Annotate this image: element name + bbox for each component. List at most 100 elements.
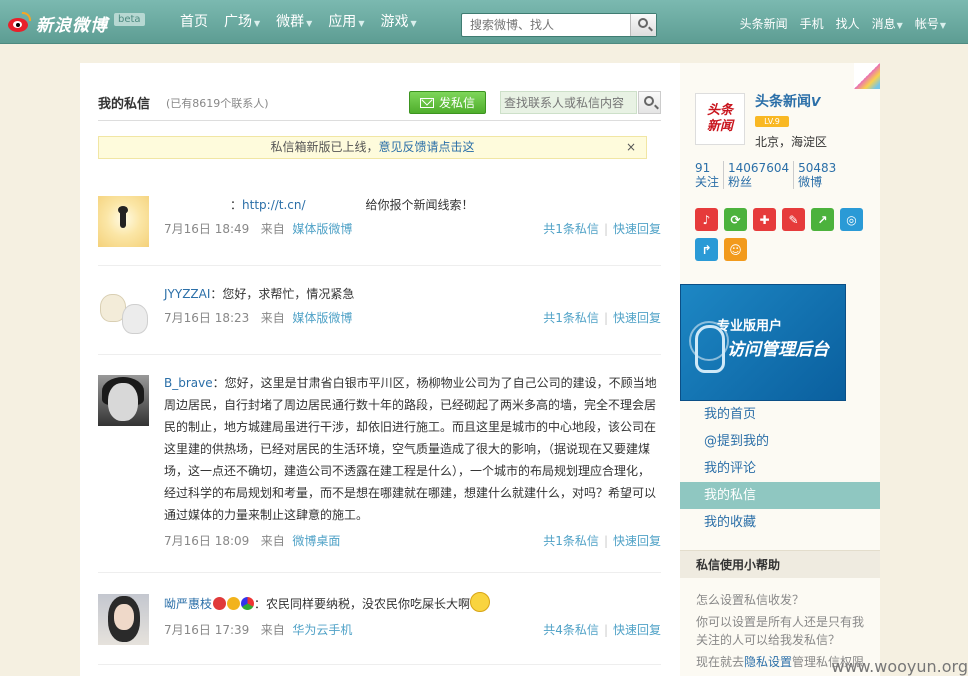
sidebar-item-private-messages[interactable]: 我的私信: [680, 482, 880, 509]
nav-apps[interactable]: 应用 ▼: [320, 0, 372, 44]
app-icons: ♪ ⟳ ✚ ✎ ↗ ◎ ↱ ☺: [695, 208, 875, 268]
message-meta: 7月16日 18:49 来自 媒体版微博: [164, 222, 353, 236]
quick-reply-link[interactable]: 快速回复: [613, 534, 661, 548]
chart-icon[interactable]: ↗: [811, 208, 834, 231]
smile-icon[interactable]: ☺: [724, 238, 747, 261]
stat-followers[interactable]: 14067604 粉丝: [728, 161, 795, 189]
sidebar-item-my-home[interactable]: 我的首页: [680, 401, 880, 428]
sidebar-item-comments[interactable]: 我的评论: [680, 455, 880, 482]
chevron-down-icon: ▼: [410, 19, 417, 28]
message-count-link[interactable]: 共1条私信: [543, 311, 599, 325]
help-answer: 你可以设置是所有人还是只有我关注的人可以给我发私信？: [696, 615, 865, 647]
sidebar-item-mentions[interactable]: @提到我的: [680, 428, 880, 455]
stat-following[interactable]: 91 关注: [695, 161, 725, 189]
verified-icon: V: [811, 95, 821, 109]
send-message-button[interactable]: 发私信: [409, 91, 486, 114]
sidebar-menu: 我的首页 @提到我的 我的评论 我的私信 我的收藏: [680, 401, 880, 536]
source-link[interactable]: 媒体版微博: [292, 311, 352, 325]
sender-name[interactable]: B_brave: [164, 376, 213, 390]
link-mobile[interactable]: 手机: [794, 0, 830, 44]
chevron-down-icon: ▼: [896, 21, 903, 30]
avatar[interactable]: [98, 196, 149, 247]
crown-badge-icon: [227, 597, 241, 610]
privacy-settings-link[interactable]: 隐私设置: [744, 655, 792, 669]
avatar[interactable]: [98, 594, 149, 645]
message-meta: 7月16日 17:39 来自 华为云手机: [164, 623, 353, 637]
help-section-title: 私信使用小帮助: [680, 550, 880, 578]
profile-avatar[interactable]: 头条 新闻: [695, 93, 745, 145]
pro-admin-banner[interactable]: 专业版用户 访问管理后台: [680, 284, 846, 401]
quick-reply-link[interactable]: 快速回复: [613, 311, 661, 325]
source-link[interactable]: 媒体版微博: [292, 222, 352, 236]
avatar[interactable]: [98, 375, 149, 426]
message-count-link[interactable]: 共1条私信: [543, 222, 599, 236]
message-divider: [98, 265, 661, 266]
global-search-input[interactable]: [462, 14, 632, 36]
quick-reply-link[interactable]: 快速回复: [613, 222, 661, 236]
private-messages-panel: 我的私信 (已有8619个联系人) 发私信 私信箱新版已上线，意见反馈请点击这 …: [80, 63, 680, 676]
link-messages[interactable]: 消息▼: [866, 0, 909, 44]
share-icon[interactable]: ↱: [695, 238, 718, 261]
header-divider: [98, 120, 661, 121]
notice-banner: 私信箱新版已上线，意见反馈请点击这 ×: [98, 136, 647, 159]
top-right-links: 头条新闻 手机 找人 消息▼ 帐号▼: [734, 0, 952, 44]
profile-name[interactable]: 头条新闻V: [755, 91, 820, 111]
sender-name[interactable]: 呦严惠枝: [164, 597, 212, 611]
colorful-badge-icon: [241, 597, 255, 610]
nav-games[interactable]: 游戏 ▼: [372, 0, 424, 44]
short-link[interactable]: http://t.cn/: [242, 198, 306, 212]
stat-posts[interactable]: 50483 微博: [798, 161, 840, 189]
message-divider: [98, 354, 661, 355]
chevron-down-icon: ▼: [254, 19, 261, 28]
quick-reply-link[interactable]: 快速回复: [613, 623, 661, 637]
message-count-link[interactable]: 共4条私信: [543, 623, 599, 637]
message-actions: 共1条私信 | 快速回复: [543, 222, 661, 236]
message-item[interactable]: JYYZZAI：您好，求帮忙，情况紧急 7月16日 18:23 来自 媒体版微博…: [98, 286, 661, 338]
nav-groups[interactable]: 微群 ▼: [268, 0, 320, 44]
level-badge: LV.9: [755, 116, 789, 127]
weibo-logo[interactable]: 新浪微博 beta: [6, 10, 145, 36]
message-actions: 共1条私信 | 快速回复: [543, 534, 661, 548]
message-count-link[interactable]: 共1条私信: [543, 534, 599, 548]
nav-home[interactable]: 首页: [172, 0, 216, 44]
beta-badge: beta: [114, 12, 145, 26]
page-title: 我的私信: [98, 97, 151, 112]
search-globe-icon[interactable]: ◎: [840, 208, 863, 231]
feedback-link[interactable]: 意见反馈请点击这: [379, 140, 475, 154]
global-search: [461, 13, 657, 37]
source-link[interactable]: 微博桌面: [292, 534, 340, 548]
link-find-people[interactable]: 找人: [830, 0, 866, 44]
microphone-icon[interactable]: ♪: [695, 208, 718, 231]
message-meta: 7月16日 18:09 来自 微博桌面: [164, 534, 341, 548]
link-toutiao-news[interactable]: 头条新闻: [734, 0, 794, 44]
envelope-icon: [419, 97, 434, 108]
top-navigation-bar: 新浪微博 beta 首页 广场▼ 微群▼ 应用▼ 游戏▼ 头条新闻 手机 找人 …: [0, 0, 968, 44]
contact-search: [500, 91, 661, 114]
watermark: www.wooyun.org: [831, 657, 968, 676]
close-icon[interactable]: ×: [626, 137, 636, 158]
message-divider: [98, 572, 661, 573]
weibo-eye-icon: [6, 12, 32, 34]
search-icon: [644, 96, 654, 106]
link-account[interactable]: 帐号▼: [909, 0, 952, 44]
message-actions: 共4条私信 | 快速回复: [543, 623, 661, 637]
contact-search-button[interactable]: [638, 91, 661, 114]
source-link[interactable]: 华为云手机: [292, 623, 352, 637]
message-item[interactable]: 呦严惠枝 ：农民同样要纳税，没农民你吃屎长大啊 7月16日 17:39 来自 华为…: [98, 592, 661, 646]
message-item[interactable]: ：http://t.cn/ 给你报个新闻线索！ 7月16日 18:49 来自 媒…: [98, 196, 661, 248]
global-search-button[interactable]: [630, 14, 656, 36]
nav-square[interactable]: 广场 ▼: [216, 0, 268, 44]
sender-name[interactable]: JYYZZAI: [164, 287, 210, 301]
search-icon: [638, 18, 648, 28]
chevron-down-icon: ▼: [306, 19, 313, 28]
logo-text: 新浪微博: [36, 15, 108, 36]
message-item[interactable]: B_brave：您好，这里是甘肃省白银市平川区，杨柳物业公司为了自己公司的建设，…: [98, 375, 661, 555]
chevron-down-icon: ▼: [939, 21, 946, 30]
sidebar-item-favorites[interactable]: 我的收藏: [680, 509, 880, 536]
refresh-icon[interactable]: ⟳: [724, 208, 747, 231]
contact-search-input[interactable]: [500, 91, 637, 114]
pen-icon[interactable]: ✎: [782, 208, 805, 231]
medical-cross-icon[interactable]: ✚: [753, 208, 776, 231]
message-meta: 7月16日 18:23 来自 媒体版微博: [164, 311, 353, 325]
avatar[interactable]: [98, 286, 149, 337]
